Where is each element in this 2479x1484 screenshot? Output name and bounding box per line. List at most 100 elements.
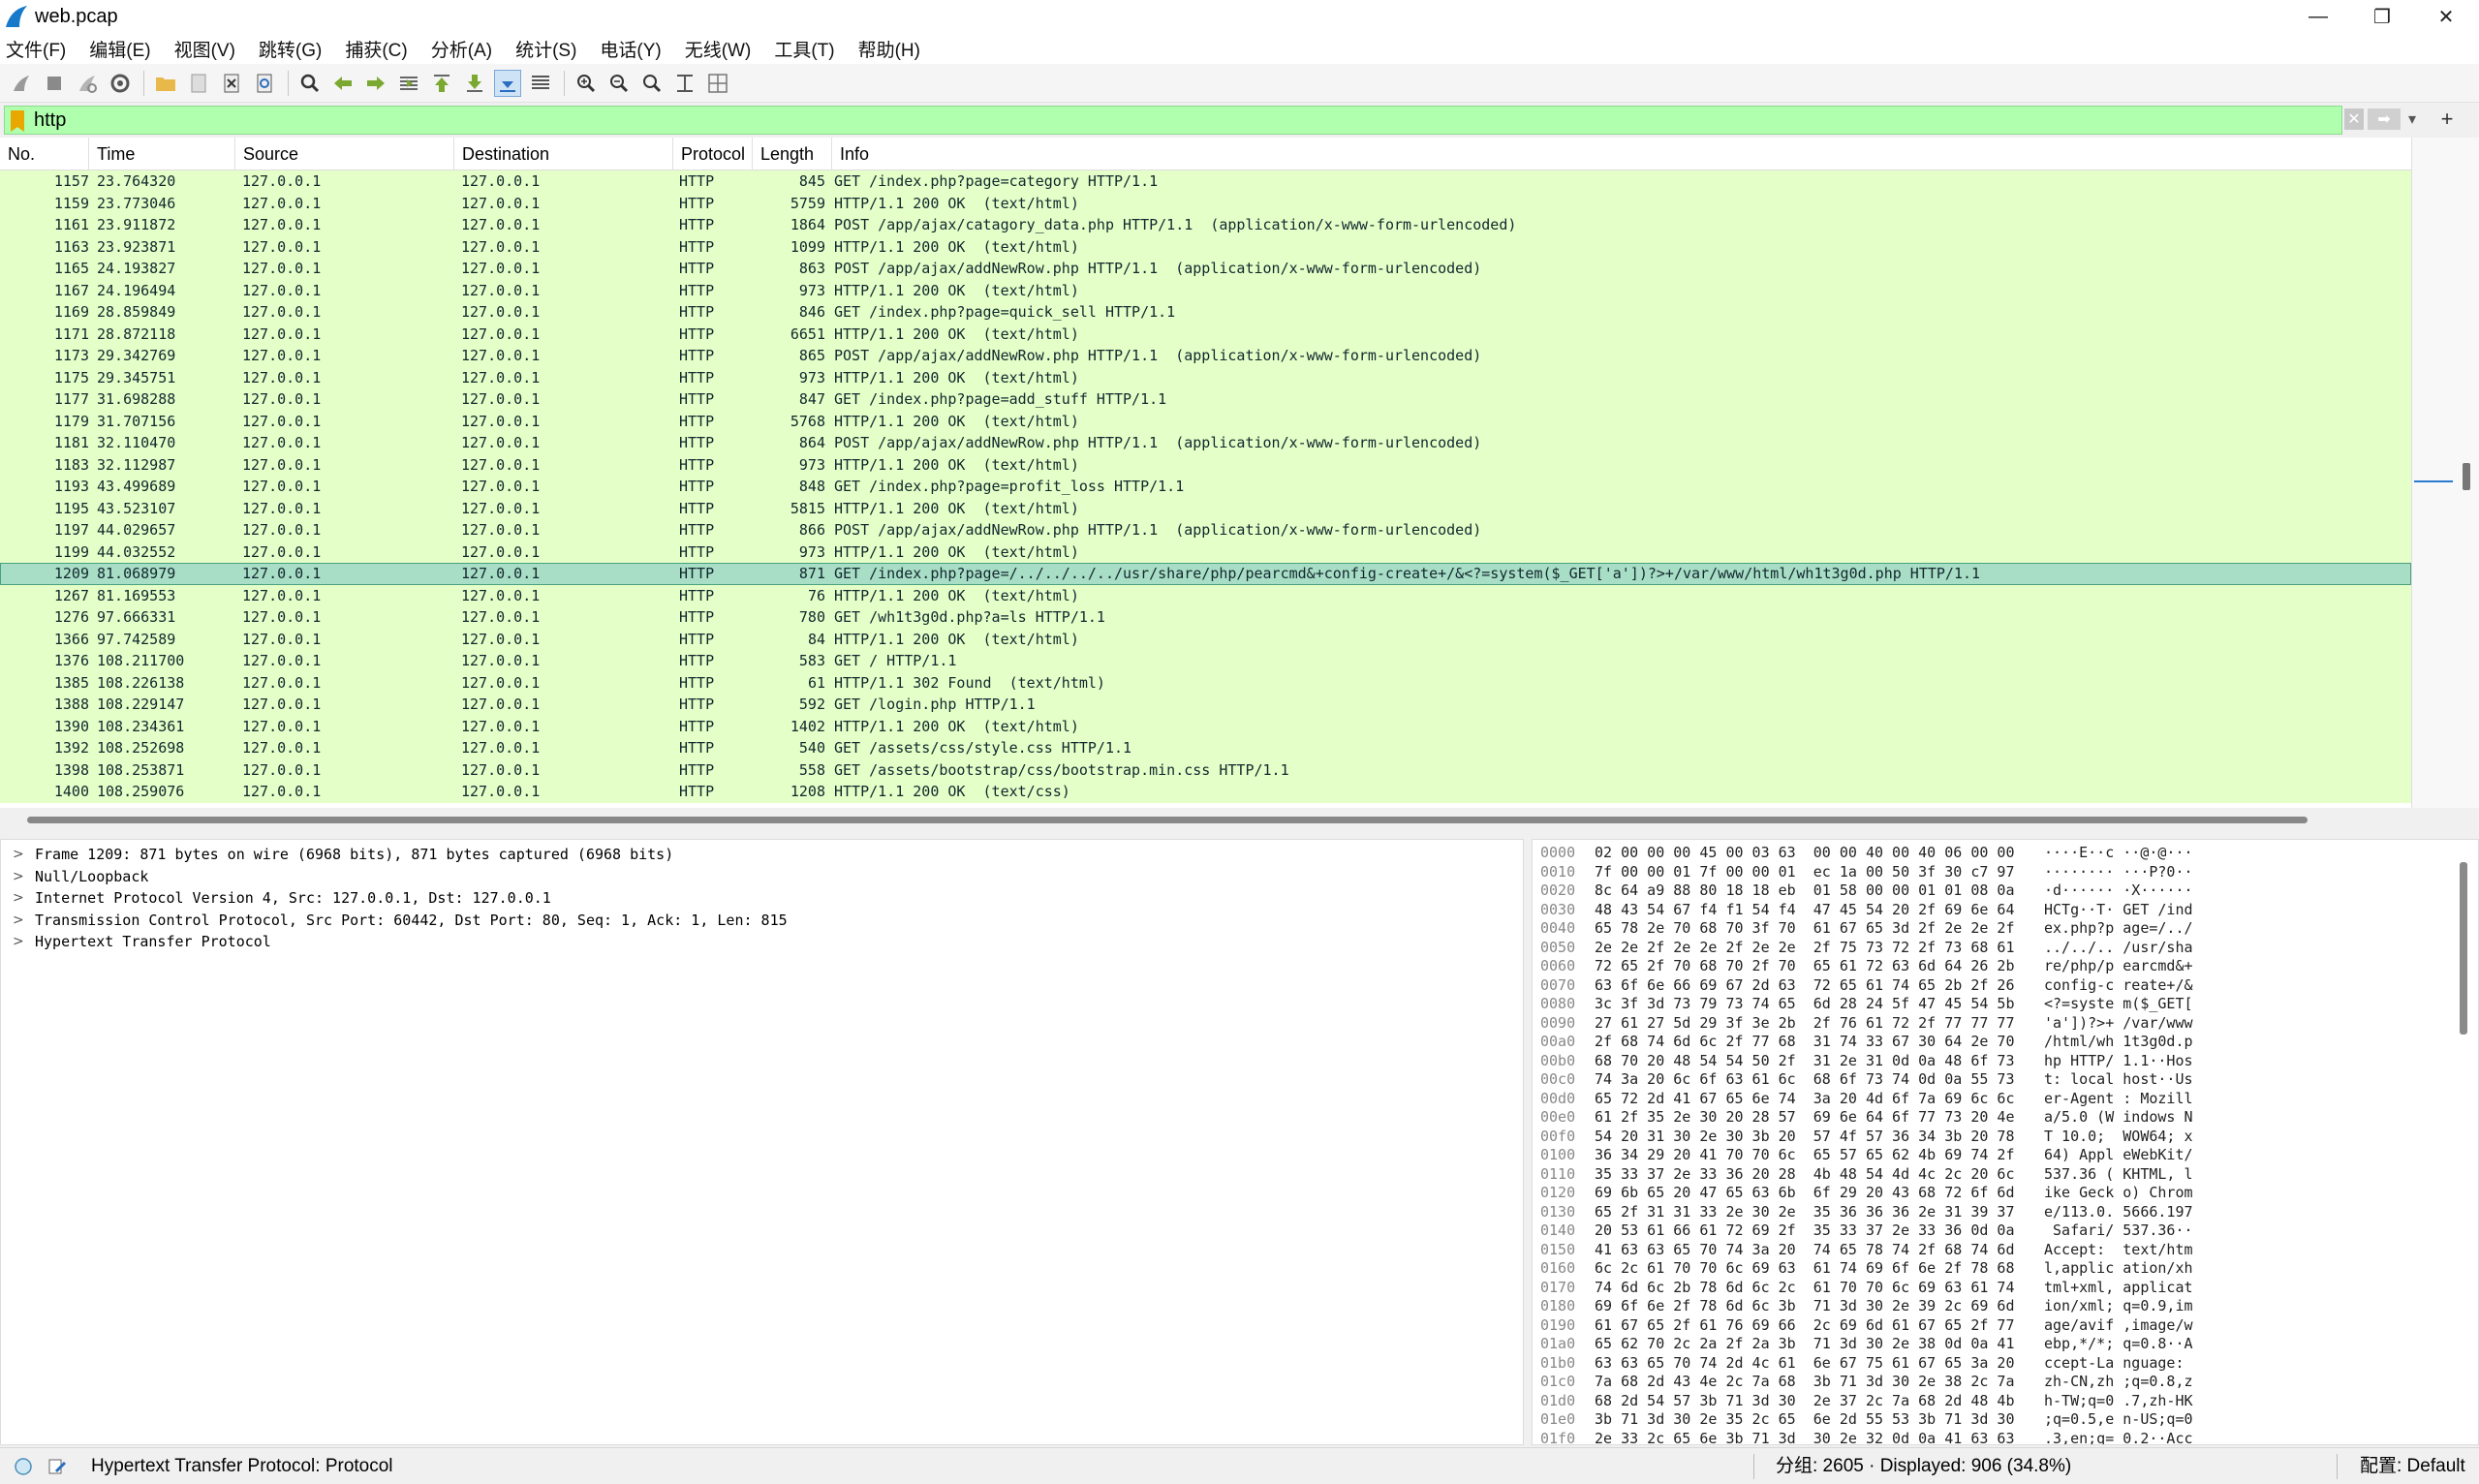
packet-row[interactable]: 1209 81.068979 127.0.0.1 127.0.0.1 HTTP 871 GE… — [0, 563, 2411, 585]
column-protocol[interactable]: Protocol — [673, 138, 753, 170]
packet-row[interactable]: 1197 44.029657 127.0.0.1 127.0.0.1 HTTP 866 PO… — [0, 519, 2411, 541]
menu-help[interactable]: 帮助(H) — [858, 36, 920, 62]
packet-row[interactable]: 1400 108.259076 127.0.0.1 127.0.0.1 HTTP 1208… — [0, 781, 2411, 803]
packet-row[interactable]: 1398 108.253871 127.0.0.1 127.0.0.1 HTTP 558 G… — [0, 758, 2411, 781]
add-filter-button[interactable]: + — [2435, 107, 2459, 131]
bytes-scroll-thumb[interactable] — [2460, 862, 2467, 1035]
column-no[interactable]: No. — [0, 138, 89, 170]
menu-statistics[interactable]: 统计(S) — [515, 36, 576, 62]
packet-row[interactable]: 1388 108.229147 127.0.0.1 127.0.0.1 HTTP 592 G… — [0, 694, 2411, 716]
reload-file-icon[interactable] — [251, 70, 278, 97]
packet-row[interactable]: 1179 31.707156 127.0.0.1 127.0.0.1 HTTP 5768 H… — [0, 410, 2411, 432]
packet-row[interactable]: 1163 23.923871 127.0.0.1 127.0.0.1 HTTP 1099 H… — [0, 235, 2411, 258]
details-row-http[interactable]: > Hypertext Transfer Protocol — [1, 931, 1522, 953]
packet-row[interactable]: 1159 23.773046 127.0.0.1 127.0.0.1 HTTP 5759 H… — [0, 192, 2411, 214]
details-row-frame[interactable]: > Frame 1209: 871 bytes on wire (6968 bit… — [1, 844, 1522, 866]
packet-row[interactable]: 1195 43.523107 127.0.0.1 127.0.0.1 HTTP 5815 H… — [0, 497, 2411, 519]
column-time[interactable]: Time — [89, 138, 235, 170]
menu-file[interactable]: 文件(F) — [6, 36, 66, 62]
packet-list[interactable]: No. Time Source Destination Protocol Len… — [0, 138, 2411, 808]
packet-row[interactable]: 1199 44.032552 127.0.0.1 127.0.0.1 HTTP 973 HT… — [0, 541, 2411, 563]
maximize-button[interactable]: ❐ — [2350, 0, 2414, 33]
open-file-icon[interactable] — [152, 70, 179, 97]
packet-row[interactable]: 1183 32.112987 127.0.0.1 127.0.0.1 HTTP 973 HT… — [0, 453, 2411, 476]
display-filter-input[interactable]: http — [34, 107, 66, 134]
go-first-packet-icon[interactable] — [428, 70, 455, 97]
bookmark-icon[interactable] — [11, 110, 24, 132]
find-packet-icon[interactable] — [296, 70, 324, 97]
start-capture-icon[interactable] — [8, 70, 35, 97]
details-row-null-loopback[interactable]: > Null/Loopback — [1, 866, 1522, 888]
packet-row[interactable]: 1157 23.764320 127.0.0.1 127.0.0.1 HTTP 845 GE… — [0, 170, 2411, 193]
packet-row[interactable]: 1267 81.169553 127.0.0.1 127.0.0.1 HTTP 76 HTT… — [0, 584, 2411, 606]
packet-row[interactable]: 1165 24.193827 127.0.0.1 127.0.0.1 HTTP 863 PO… — [0, 258, 2411, 280]
close-button[interactable]: ✕ — [2414, 0, 2478, 33]
pane-splitter[interactable] — [1524, 839, 1532, 1445]
expand-arrow-icon[interactable]: > — [13, 910, 24, 932]
packet-list-scroll-thumb[interactable] — [2463, 463, 2470, 490]
packet-row[interactable]: 1390 108.234361 127.0.0.1 127.0.0.1 HTTP 1402… — [0, 715, 2411, 737]
packet-row[interactable]: 1181 32.110470 127.0.0.1 127.0.0.1 HTTP 864 PO… — [0, 432, 2411, 454]
menu-go[interactable]: 跳转(G) — [259, 36, 322, 62]
packet-row[interactable]: 1173 29.342769 127.0.0.1 127.0.0.1 HTTP 865 PO… — [0, 345, 2411, 367]
zoom-out-icon[interactable] — [605, 70, 633, 97]
packet-row[interactable]: 1392 108.252698 127.0.0.1 127.0.0.1 HTTP 540 G… — [0, 737, 2411, 759]
apply-filter-icon[interactable]: ➡ — [2368, 108, 2401, 130]
clear-filter-icon[interactable]: ✕ — [2344, 108, 2364, 130]
menu-tools[interactable]: 工具(T) — [774, 36, 834, 62]
packet-row[interactable]: 1276 97.666331 127.0.0.1 127.0.0.1 HTTP 780 GE… — [0, 606, 2411, 629]
packet-row[interactable]: 1193 43.499689 127.0.0.1 127.0.0.1 HTTP 848 GE… — [0, 476, 2411, 498]
packet-row[interactable]: 1385 108.226138 127.0.0.1 127.0.0.1 HTTP 61 HT… — [0, 671, 2411, 694]
menu-analyze[interactable]: 分析(A) — [431, 36, 492, 62]
expand-arrow-icon[interactable]: > — [13, 887, 24, 910]
edit-comment-icon[interactable] — [46, 1456, 68, 1477]
packet-details-tree[interactable]: > Frame 1209: 871 bytes on wire (6968 bit… — [0, 839, 1524, 1445]
packet-row[interactable]: 1177 31.698288 127.0.0.1 127.0.0.1 HTTP 847 GE… — [0, 388, 2411, 411]
packet-row[interactable]: 1171 28.872118 127.0.0.1 127.0.0.1 HTTP 6651 H… — [0, 323, 2411, 345]
expert-info-icon[interactable] — [14, 1457, 33, 1476]
details-row-tcp[interactable]: > Transmission Control Protocol, Src Port… — [1, 910, 1522, 932]
packet-row[interactable]: 1161 23.911872 127.0.0.1 127.0.0.1 HTTP 1864 P… — [0, 214, 2411, 236]
go-back-icon[interactable] — [329, 70, 356, 97]
column-destination[interactable]: Destination — [454, 138, 673, 170]
column-info[interactable]: Info — [832, 138, 2411, 170]
colorize-icon[interactable] — [527, 70, 554, 97]
go-forward-icon[interactable] — [362, 70, 389, 97]
menu-telephony[interactable]: 电话(Y) — [600, 36, 661, 62]
save-file-icon[interactable] — [185, 70, 212, 97]
close-file-icon[interactable] — [218, 70, 245, 97]
packet-bytes-pane[interactable]: 0000 02 00 00 00 45 00 03 63 00 00 40 00 … — [1532, 839, 2479, 1445]
menu-edit[interactable]: 编辑(E) — [89, 36, 150, 62]
stop-capture-icon[interactable] — [41, 70, 68, 97]
restart-capture-icon[interactable] — [74, 70, 101, 97]
go-to-packet-icon[interactable] — [395, 70, 422, 97]
resize-columns-icon[interactable] — [671, 70, 698, 97]
status-profile[interactable]: 配置: Default — [2360, 1448, 2465, 1484]
packet-cell-time: 29.342769 — [97, 347, 176, 364]
minimize-button[interactable]: — — [2286, 0, 2350, 33]
packet-row[interactable]: 1175 29.345751 127.0.0.1 127.0.0.1 HTTP 973 HT… — [0, 366, 2411, 388]
packet-cell-time: 23.773046 — [97, 194, 176, 212]
zoom-in-icon[interactable] — [573, 70, 600, 97]
packet-row[interactable]: 1167 24.196494 127.0.0.1 127.0.0.1 HTTP 973 HT… — [0, 279, 2411, 301]
expand-arrow-icon[interactable]: > — [13, 844, 24, 866]
expand-arrow-icon[interactable]: > — [13, 931, 24, 953]
zoom-normal-icon[interactable] — [638, 70, 666, 97]
display-filter-field[interactable]: http — [4, 106, 2342, 135]
details-row-ipv4[interactable]: > Internet Protocol Version 4, Src: 127.0… — [1, 887, 1522, 910]
column-source[interactable]: Source — [235, 138, 454, 170]
expand-arrow-icon[interactable]: > — [13, 866, 24, 888]
go-last-packet-icon[interactable] — [461, 70, 488, 97]
auto-scroll-icon[interactable] — [494, 69, 521, 97]
layout-icon[interactable] — [704, 70, 731, 97]
horizontal-scroll-thumb[interactable] — [27, 817, 2308, 823]
packet-row[interactable]: 1366 97.742589 127.0.0.1 127.0.0.1 HTTP 84 HTT… — [0, 628, 2411, 650]
menu-capture[interactable]: 捕获(C) — [345, 36, 407, 62]
menu-view[interactable]: 视图(V) — [174, 36, 235, 62]
filter-history-icon[interactable]: ▾ — [2402, 108, 2422, 130]
column-length[interactable]: Length — [753, 138, 832, 170]
capture-options-icon[interactable] — [107, 70, 134, 97]
packet-row[interactable]: 1376 108.211700 127.0.0.1 127.0.0.1 HTTP 583 G… — [0, 650, 2411, 672]
packet-row[interactable]: 1169 28.859849 127.0.0.1 127.0.0.1 HTTP 846 GE… — [0, 301, 2411, 324]
menu-wireless[interactable]: 无线(W) — [685, 36, 752, 62]
